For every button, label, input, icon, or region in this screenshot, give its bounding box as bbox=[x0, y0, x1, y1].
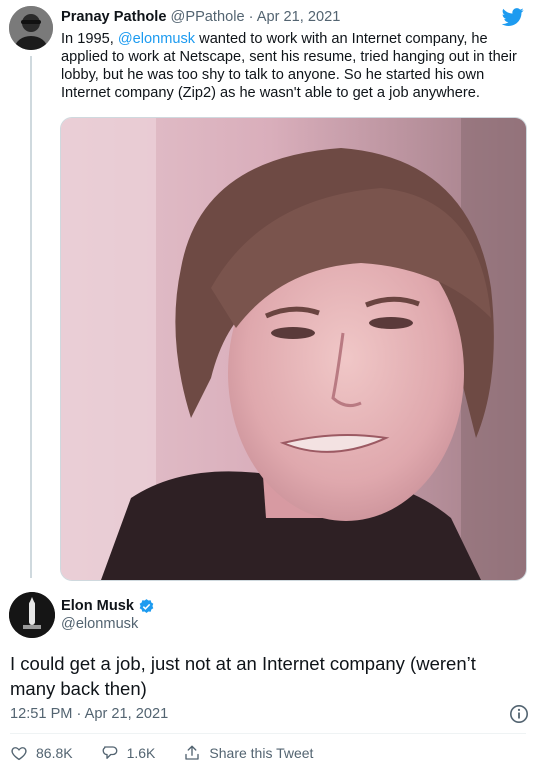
main-author-name[interactable]: Elon Musk bbox=[61, 597, 134, 615]
reply-count: 1.6K bbox=[126, 745, 156, 761]
rocket-avatar-icon bbox=[9, 592, 55, 638]
reply-button[interactable]: 1.6K bbox=[101, 744, 156, 762]
text-prefix: In 1995, bbox=[61, 31, 118, 47]
like-button[interactable]: 86.8K bbox=[10, 744, 73, 762]
main-tweet-text: I could get a job, just not at an Intern… bbox=[10, 653, 476, 699]
separator: · bbox=[248, 9, 254, 25]
share-label: Share this Tweet bbox=[209, 745, 314, 761]
person-avatar-icon bbox=[9, 6, 53, 50]
like-count: 86.8K bbox=[36, 745, 73, 761]
mention-link[interactable]: @elonmusk bbox=[118, 31, 195, 47]
author-name[interactable]: Pranay Pathole bbox=[61, 9, 166, 25]
main-author-row: Elon Musk bbox=[61, 597, 155, 615]
reply-icon bbox=[102, 746, 118, 759]
elon-avatar[interactable] bbox=[9, 592, 55, 638]
quoted-tweet-text: In 1995, @elonmusk wanted to work with a… bbox=[61, 30, 531, 102]
share-icon bbox=[185, 745, 200, 760]
tweet-photo[interactable] bbox=[60, 117, 527, 581]
divider bbox=[10, 733, 526, 734]
verified-badge-icon bbox=[139, 598, 154, 613]
tweet-timestamp[interactable]: 12:51 PM · Apr 21, 2021 bbox=[10, 706, 168, 722]
tweet-date[interactable]: Apr 21, 2021 bbox=[257, 9, 341, 25]
quoted-header: Pranay Pathole @PPathole · Apr 21, 2021 bbox=[61, 8, 340, 26]
share-button[interactable]: Share this Tweet bbox=[183, 744, 313, 762]
action-bar: 86.8K 1.6K Share this Tweet bbox=[10, 744, 313, 762]
twitter-bird-icon[interactable] bbox=[500, 6, 526, 28]
heart-icon bbox=[11, 747, 27, 761]
author-handle[interactable]: @PPathole bbox=[171, 9, 245, 25]
thread-line bbox=[30, 56, 32, 578]
main-author-handle[interactable]: @elonmusk bbox=[61, 616, 138, 632]
info-icon[interactable] bbox=[509, 704, 529, 724]
young-man-portrait bbox=[61, 118, 526, 580]
pranay-avatar[interactable] bbox=[9, 6, 53, 50]
